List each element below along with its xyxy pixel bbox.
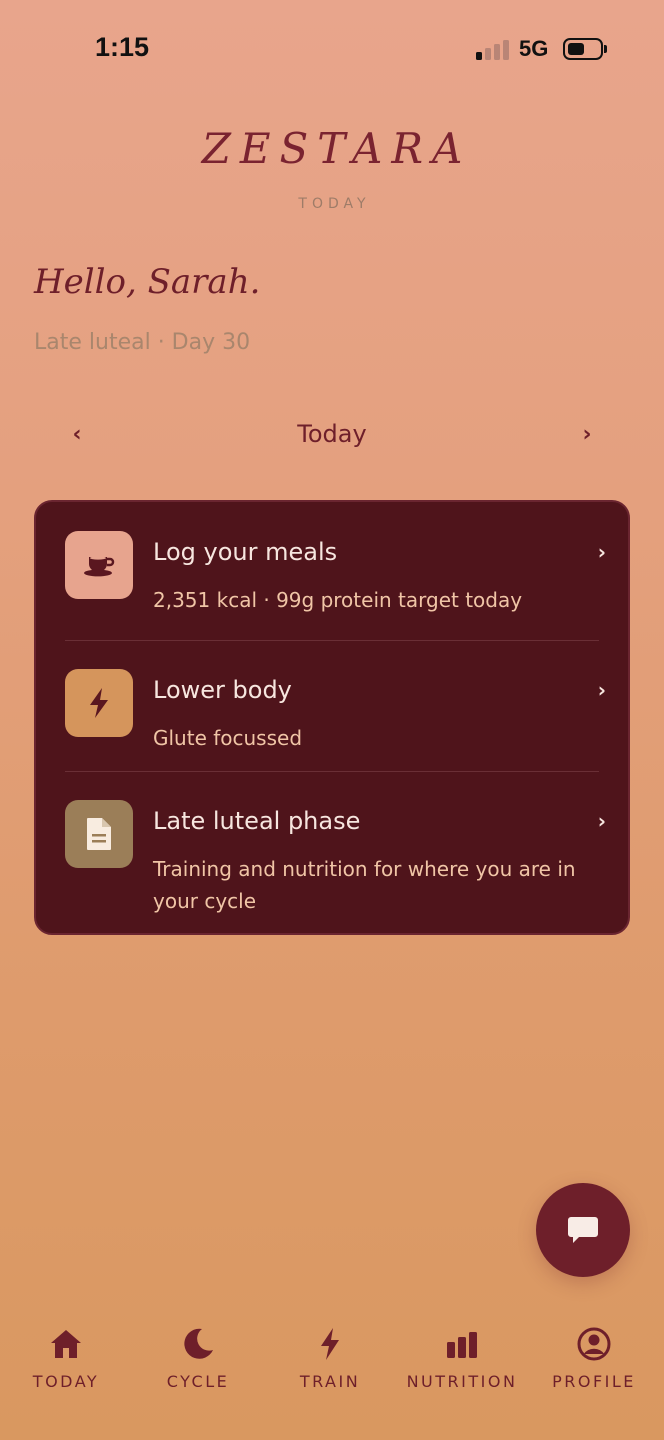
- chevron-right-icon: ›: [597, 809, 606, 833]
- row-title: Log your meals: [153, 538, 338, 566]
- chat-bubble-icon: [568, 1217, 598, 1243]
- document-icon: [65, 800, 133, 868]
- tab-nutrition[interactable]: NUTRITION: [396, 1318, 528, 1398]
- row-subtitle: Glute focussed: [153, 726, 303, 750]
- lightning-icon: [321, 1328, 339, 1360]
- next-day-button[interactable]: ›: [569, 418, 605, 452]
- tab-label: NUTRITION: [406, 1372, 518, 1391]
- status-bar: 1:15 5G: [0, 0, 664, 100]
- phase-info-row[interactable]: Late luteal phase Training and nutrition…: [36, 771, 628, 933]
- brand-logo: ZESTARA: [201, 124, 472, 173]
- row-subtitle: Training and nutrition for where you are…: [153, 857, 576, 913]
- chat-button[interactable]: [536, 1183, 630, 1277]
- row-title: Lower body: [153, 676, 292, 704]
- network-label: 5G: [519, 36, 549, 61]
- tab-train[interactable]: TRAIN: [264, 1318, 396, 1398]
- tab-today[interactable]: TODAY: [0, 1318, 132, 1398]
- moon-icon: [184, 1328, 213, 1359]
- tab-label: CYCLE: [166, 1372, 230, 1391]
- log-meals-row[interactable]: Log your meals 2,351 kcal · 99g protein …: [36, 502, 628, 640]
- date-label: Today: [297, 420, 367, 448]
- chevron-right-icon: ›: [597, 540, 606, 564]
- page-subtitle: TODAY: [298, 196, 371, 212]
- battery-cap: [604, 45, 607, 53]
- bottom-tab-bar: TODAY CYCLE TRAIN NUTRITION PROFILE: [0, 1318, 664, 1418]
- tab-label: PROFILE: [552, 1372, 636, 1391]
- tea-cup-icon: [65, 531, 133, 599]
- bar-chart-icon: [447, 1332, 477, 1358]
- greeting-title: Hello, Sarah.: [34, 262, 261, 302]
- row-title: Late luteal phase: [153, 807, 361, 835]
- signal-icon: [476, 38, 510, 60]
- cycle-phase-line: Late luteal · Day 30: [34, 330, 251, 355]
- battery-icon: [563, 38, 603, 60]
- tab-label: TODAY: [32, 1372, 100, 1391]
- tab-cycle[interactable]: CYCLE: [132, 1318, 264, 1398]
- lower-body-row[interactable]: Lower body Glute focussed ›: [36, 640, 628, 771]
- chevron-right-icon: ›: [597, 678, 606, 702]
- user-circle-icon: [577, 1327, 611, 1361]
- date-navigator: ‹ Today ›: [34, 412, 630, 458]
- row-subtitle: 2,351 kcal · 99g protein target today: [153, 588, 523, 612]
- status-time: 1:15: [95, 32, 150, 62]
- home-icon: [51, 1330, 81, 1358]
- today-card: Log your meals 2,351 kcal · 99g protein …: [34, 500, 630, 935]
- tab-profile[interactable]: PROFILE: [528, 1318, 660, 1398]
- lightning-icon: [65, 669, 133, 737]
- tab-label: TRAIN: [299, 1372, 361, 1391]
